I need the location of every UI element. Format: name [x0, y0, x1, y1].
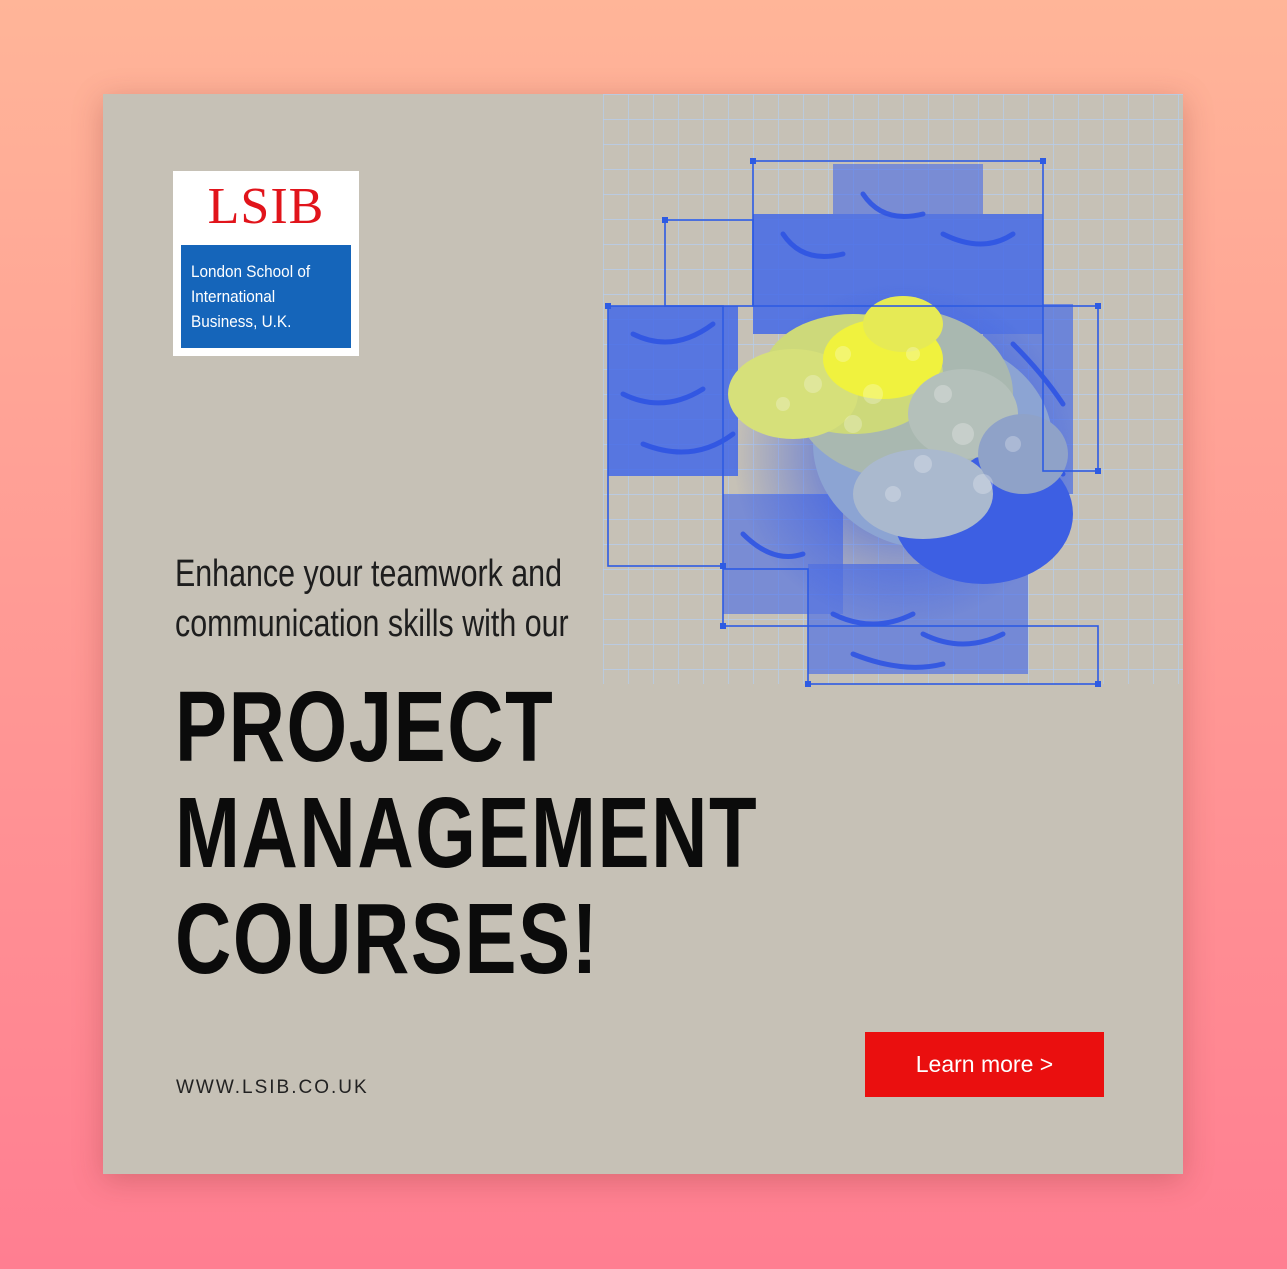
logo-line: Business, U.K. [191, 312, 292, 331]
logo-line: London School of [191, 262, 311, 281]
tagline-line: communication skills with our [175, 603, 569, 645]
ad-card: LSIB London School of International Busi… [103, 94, 1183, 1174]
headline: PROJECT MANAGEMENT COURSES! [175, 674, 935, 992]
tagline: Enhance your teamwork and communication … [175, 549, 655, 649]
coral-grid-image [603, 94, 1183, 687]
logo-line: International [191, 287, 276, 306]
logo-panel: London School of International Business,… [181, 245, 351, 348]
headline-line: PROJECT [175, 671, 555, 783]
tagline-line: Enhance your teamwork and [175, 553, 562, 595]
learn-more-button[interactable]: Learn more > [865, 1032, 1104, 1097]
headline-line: MANAGEMENT [175, 777, 759, 889]
logo-wordmark: LSIB [207, 178, 325, 235]
headline-line: COURSES! [175, 883, 600, 995]
lsib-logo: LSIB London School of International Busi… [173, 171, 359, 356]
website-url: WWW.LSIB.CO.UK [176, 1077, 369, 1098]
